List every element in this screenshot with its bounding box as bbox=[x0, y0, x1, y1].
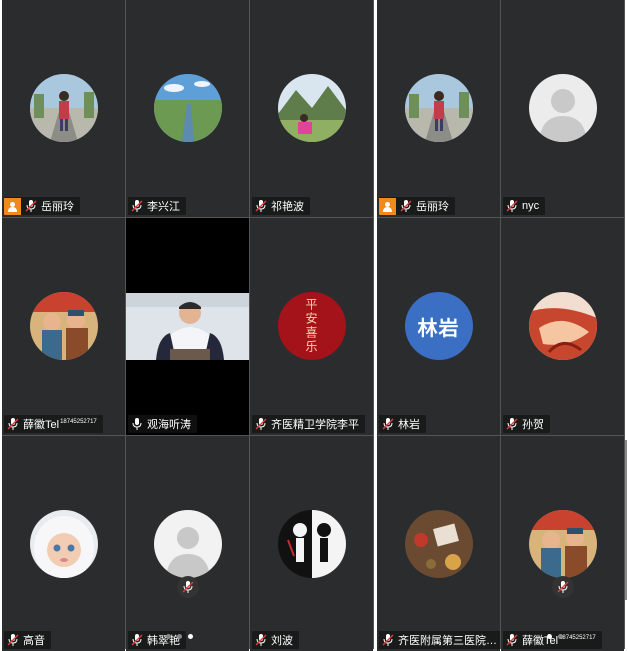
participant-tile[interactable]: nyc bbox=[501, 0, 624, 217]
participant-tile[interactable]: 林岩 林岩 bbox=[377, 218, 500, 435]
nameplate: 薛徽Tel18745252717 bbox=[4, 415, 103, 433]
mic-muted-icon bbox=[400, 200, 412, 212]
page-dot-active[interactable] bbox=[188, 634, 193, 639]
scrollbar[interactable] bbox=[625, 440, 627, 600]
nameplate: 岳丽玲 bbox=[4, 197, 80, 215]
mic-muted-icon bbox=[25, 200, 37, 212]
avatar bbox=[29, 74, 98, 142]
avatar bbox=[29, 292, 98, 360]
participant-tile[interactable]: 平安喜乐 齐医精卫学院李平 bbox=[250, 218, 373, 435]
participant-tile[interactable]: 韩翠艳 bbox=[126, 436, 249, 651]
participant-grid-right: 岳丽玲 nyc 林岩 林岩 孙贺 齐医附属第三医院孙... 薛徽Tel18745… bbox=[377, 0, 625, 651]
participant-name: 岳丽玲 bbox=[416, 201, 449, 213]
mic-muted-icon bbox=[255, 200, 267, 212]
host-icon bbox=[379, 197, 396, 215]
calligraphy-text: 平安喜乐 bbox=[304, 298, 318, 354]
participant-name: 岳丽玲 bbox=[41, 201, 74, 213]
mic-muted-icon bbox=[7, 634, 19, 646]
participant-name: 齐医精卫学院李平 bbox=[271, 419, 359, 431]
mic-muted-icon bbox=[382, 634, 394, 646]
nameplate: 岳丽玲 bbox=[379, 197, 455, 215]
mic-muted-icon bbox=[551, 576, 574, 598]
participant-tile[interactable]: 李兴江 bbox=[126, 0, 249, 217]
nameplate: 祁艳波 bbox=[252, 197, 310, 215]
page-indicator-left[interactable] bbox=[166, 634, 193, 639]
avatar bbox=[277, 74, 346, 142]
avatar bbox=[277, 510, 346, 578]
participant-tile[interactable]: 薛徽Tel18745252717 bbox=[2, 218, 125, 435]
mic-muted-icon bbox=[131, 634, 143, 646]
avatar bbox=[528, 510, 597, 578]
nameplate: 观海听涛 bbox=[128, 415, 197, 433]
participant-name: nyc bbox=[522, 200, 540, 212]
participant-grid-left: 岳丽玲 李兴江 祁艳波 薛徽Tel18745252717 观海听涛 平安喜乐 齐… bbox=[2, 0, 374, 651]
participant-tile[interactable]: 高音 bbox=[2, 436, 125, 651]
participant-tile[interactable]: 薛徽Tel18745252717 bbox=[501, 436, 624, 651]
nameplate: 林岩 bbox=[379, 415, 426, 433]
mic-muted-icon bbox=[382, 418, 394, 430]
page-dot[interactable] bbox=[177, 634, 182, 639]
participant-name: 刘波 bbox=[271, 635, 293, 647]
video-feed bbox=[126, 218, 249, 435]
mic-icon bbox=[132, 418, 142, 430]
avatar bbox=[404, 510, 473, 578]
nameplate: 齐医附属第三医院孙... bbox=[379, 631, 500, 649]
participant-tile[interactable]: 齐医附属第三医院孙... bbox=[377, 436, 500, 651]
mic-muted-icon bbox=[7, 418, 19, 430]
page-dot[interactable] bbox=[166, 634, 171, 639]
mic-muted-icon bbox=[506, 200, 518, 212]
participant-tile[interactable]: 岳丽玲 bbox=[2, 0, 125, 217]
host-icon bbox=[4, 197, 21, 215]
participant-tile[interactable]: 祁艳波 bbox=[250, 0, 373, 217]
nameplate: 刘波 bbox=[252, 631, 299, 649]
avatar bbox=[528, 74, 597, 142]
page-dot[interactable] bbox=[558, 634, 563, 639]
participant-name: 林岩 bbox=[398, 419, 420, 431]
participant-tile[interactable]: 岳丽玲 bbox=[377, 0, 500, 217]
mic-muted-icon bbox=[176, 576, 199, 598]
participant-name: 孙贺 bbox=[522, 419, 544, 431]
nameplate: 李兴江 bbox=[128, 197, 186, 215]
participant-name: 观海听涛 bbox=[147, 419, 191, 431]
participant-name: 祁艳波 bbox=[271, 201, 304, 213]
nameplate: 孙贺 bbox=[503, 415, 550, 433]
participant-name: 高音 bbox=[23, 635, 45, 647]
participant-tile[interactable]: 孙贺 bbox=[501, 218, 624, 435]
page-dot-active[interactable] bbox=[547, 634, 552, 639]
participant-tile-active-speaker[interactable]: 观海听涛 bbox=[126, 218, 249, 435]
page-indicator-right[interactable] bbox=[547, 634, 563, 639]
nameplate: 高音 bbox=[4, 631, 51, 649]
avatar: 平安喜乐 bbox=[277, 292, 346, 360]
avatar bbox=[153, 510, 222, 578]
mic-muted-icon bbox=[506, 418, 518, 430]
avatar bbox=[29, 510, 98, 578]
mic-muted-icon bbox=[255, 634, 267, 646]
participant-name: 李兴江 bbox=[147, 201, 180, 213]
participant-tile[interactable]: 刘波 bbox=[250, 436, 373, 651]
mic-muted-icon bbox=[131, 200, 143, 212]
participant-name: 薛徽Tel18745252717 bbox=[23, 419, 97, 431]
avatar bbox=[153, 74, 222, 142]
avatar bbox=[528, 292, 597, 360]
nameplate: 齐医精卫学院李平 bbox=[252, 415, 365, 433]
mic-muted-icon bbox=[255, 418, 267, 430]
mic-muted-icon bbox=[506, 634, 518, 646]
participant-name: 齐医附属第三医院孙... bbox=[398, 635, 498, 647]
letter-avatar: 林岩 bbox=[404, 292, 473, 360]
nameplate: nyc bbox=[503, 197, 546, 215]
avatar bbox=[404, 74, 473, 142]
